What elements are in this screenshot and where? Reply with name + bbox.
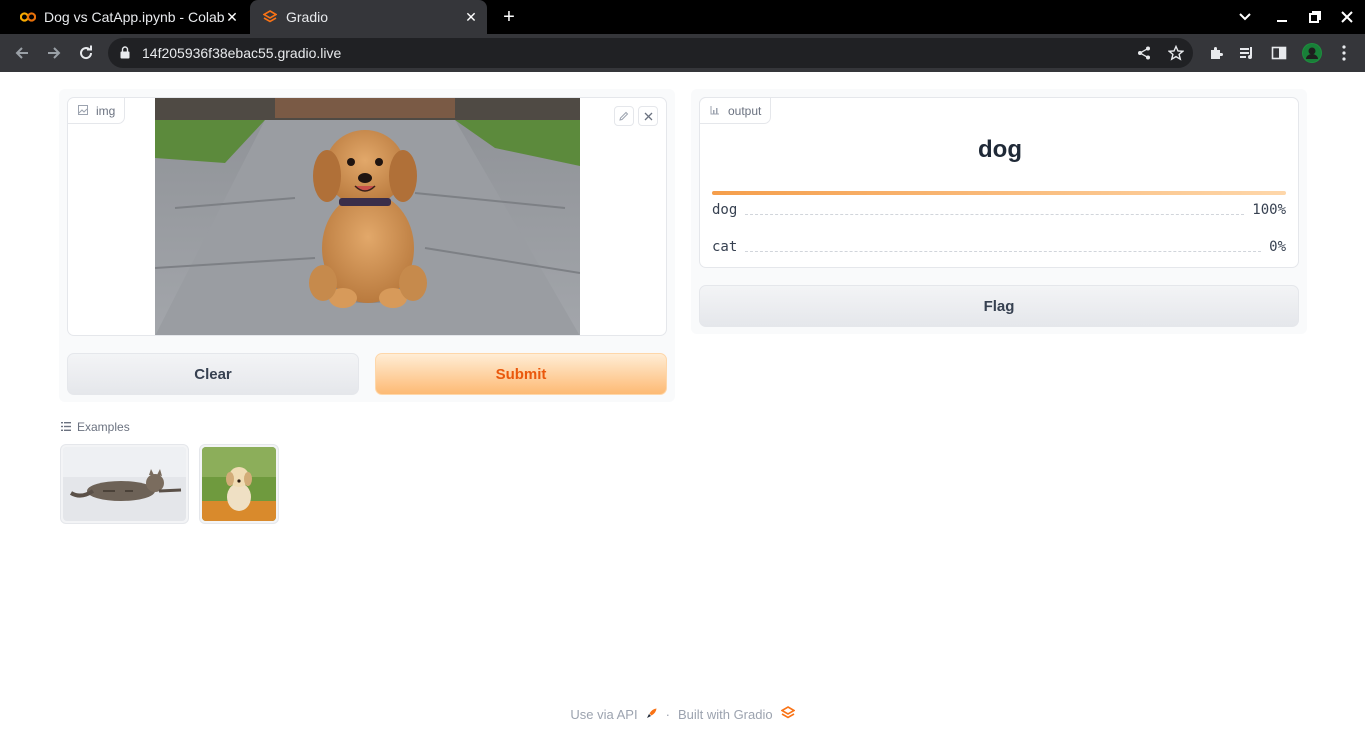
tab-gradio[interactable]: Gradio ✕ [250, 0, 487, 34]
image-label: img [96, 103, 116, 118]
rocket-icon [646, 707, 658, 722]
label-output: output dog dog 100% cat 0% [699, 97, 1299, 268]
restore-icon[interactable] [1299, 0, 1331, 34]
examples-label: Examples [77, 420, 130, 434]
minimize-icon[interactable] [1266, 0, 1298, 34]
profile-avatar-icon[interactable] [1302, 43, 1322, 63]
built-with-gradio-link[interactable]: Built with Gradio [678, 707, 773, 722]
class-name: dog [712, 202, 738, 218]
extensions-icon[interactable] [1206, 43, 1226, 63]
tab-title: Dog vs CatApp.ipynb - Colaboratory [44, 9, 224, 25]
page-footer: Use via API · Built with Gradio [0, 706, 1365, 723]
close-window-icon[interactable] [1331, 0, 1363, 34]
tab-search-icon[interactable] [1229, 0, 1261, 34]
gradio-logo-icon [780, 706, 796, 723]
edit-icon[interactable] [614, 106, 634, 126]
bookmark-star-icon[interactable] [1167, 44, 1185, 62]
image-label-badge: img [68, 98, 126, 124]
dog-photo [155, 98, 580, 335]
side-panel-icon[interactable] [1269, 43, 1289, 63]
output-label: output [728, 103, 762, 118]
clear-image-icon[interactable] [638, 106, 658, 126]
tab-colab[interactable]: Dog vs CatApp.ipynb - Colaboratory ✕ [8, 0, 248, 34]
reload-icon[interactable] [74, 41, 98, 65]
output-label-badge: output [699, 97, 772, 124]
dotted-leader [745, 250, 1262, 252]
list-icon [61, 420, 71, 434]
confidence-row: cat 0% [712, 237, 1286, 257]
example-item-cat[interactable] [60, 444, 189, 524]
predicted-label: dog [978, 136, 1022, 163]
example-item-dog[interactable] [199, 444, 279, 524]
new-tab-icon[interactable]: + [499, 7, 519, 27]
browser-toolbar: 14f205936f38ebac55.gradio.live [0, 34, 1365, 72]
image-icon [78, 104, 88, 118]
footer-separator: · [665, 707, 670, 722]
class-name: cat [712, 239, 738, 255]
gradio-page: img Clear Submit output dog dog 100% cat… [0, 72, 1365, 730]
gradio-icon [262, 9, 278, 25]
url-text: 14f205936f38ebac55.gradio.live [142, 45, 342, 61]
chart-icon [710, 104, 720, 118]
output-panel: output dog dog 100% cat 0% Flag [691, 89, 1307, 334]
clear-button[interactable]: Clear [67, 353, 359, 395]
submit-button[interactable]: Submit [375, 353, 667, 395]
confidence-bar [712, 191, 1286, 195]
confidence-row: dog 100% [712, 200, 1286, 220]
class-confidence: 0% [1269, 239, 1286, 255]
lock-icon [120, 46, 130, 64]
dotted-leader [745, 213, 1245, 215]
confidence-bar-fill [712, 191, 1286, 195]
forward-icon[interactable] [42, 41, 66, 65]
menu-kebab-icon[interactable] [1334, 43, 1354, 63]
close-icon[interactable]: ✕ [463, 9, 479, 25]
image-input[interactable]: img [67, 97, 667, 336]
class-confidence: 100% [1252, 202, 1286, 218]
browser-tab-bar: Dog vs CatApp.ipynb - Colaboratory ✕ Gra… [0, 0, 1365, 34]
media-icon[interactable] [1237, 43, 1257, 63]
share-icon[interactable] [1135, 44, 1153, 62]
use-via-api-link[interactable]: Use via API [570, 707, 637, 722]
close-icon[interactable]: ✕ [224, 9, 240, 25]
tab-title: Gradio [286, 9, 329, 25]
flag-button[interactable]: Flag [699, 285, 1299, 327]
examples-header: Examples [61, 420, 130, 434]
address-bar[interactable]: 14f205936f38ebac55.gradio.live [108, 38, 1193, 68]
colab-icon [20, 9, 36, 25]
back-icon[interactable] [10, 41, 34, 65]
input-panel: img Clear Submit [59, 89, 675, 402]
cat-photo [63, 447, 186, 521]
dog-photo [202, 447, 276, 521]
